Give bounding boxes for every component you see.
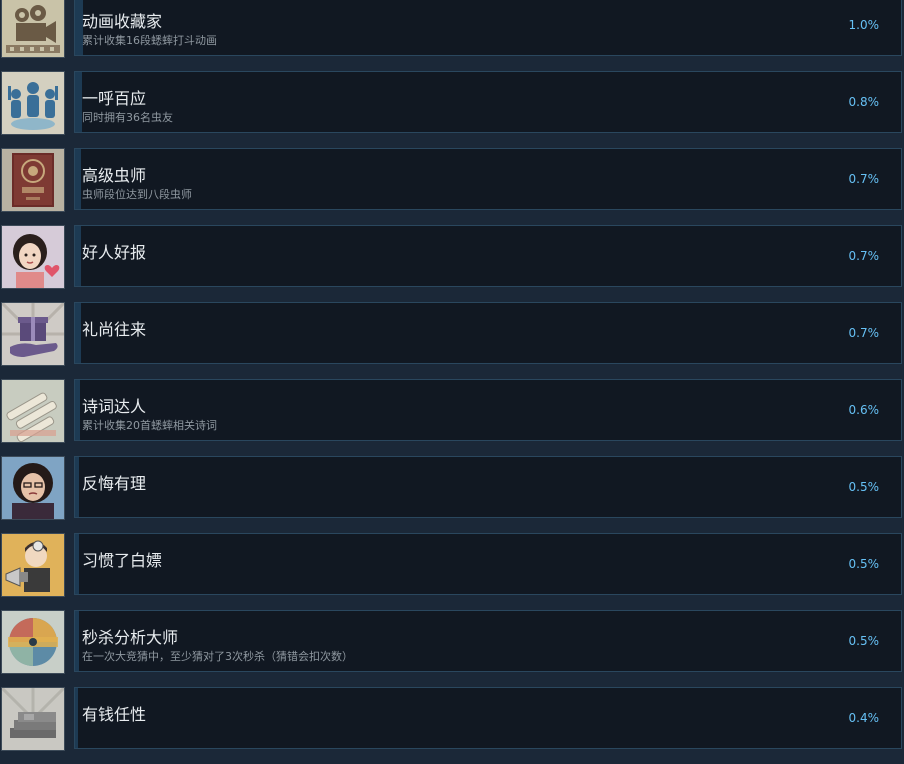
achievement-title: 一呼百应 xyxy=(82,89,147,108)
achievement-description: 累计收集20首蟋蟀相关诗词 xyxy=(82,419,217,432)
progress-fill xyxy=(75,534,80,594)
achievement-title: 高级虫师 xyxy=(82,166,147,185)
achievement-title: 好人好报 xyxy=(82,243,147,262)
achievement-panel: 一呼百应 同时拥有36名虫友 0.8% xyxy=(74,71,902,133)
girl-heart-icon xyxy=(1,225,65,289)
achievement-list: 动画收藏家 累计收集16段蟋蟀打斗动画 1.0% 一呼百应 同时拥有36名虫友 … xyxy=(0,0,904,764)
achievement-row[interactable]: 高级虫师 虫师段位达到八段虫师 0.7% xyxy=(0,148,904,212)
unlock-percent: 0.7% xyxy=(848,172,880,186)
progress-fill xyxy=(75,226,81,286)
achievement-row[interactable]: 诗词达人 累计收集20首蟋蟀相关诗词 0.6% xyxy=(0,379,904,443)
progress-fill xyxy=(75,611,80,671)
achievement-description: 虫师段位达到八段虫师 xyxy=(82,188,192,201)
achievement-panel: 习惯了白嫖 0.5% xyxy=(74,533,902,595)
achievement-panel: 好人好报 0.7% xyxy=(74,225,902,287)
megaphone-man-icon xyxy=(1,533,65,597)
achievement-row[interactable]: 有钱任性 0.4% xyxy=(0,687,904,751)
progress-fill xyxy=(75,149,81,209)
progress-fill xyxy=(75,303,81,363)
achievement-row[interactable]: 礼尚往来 0.7% xyxy=(0,302,904,366)
film-camera-icon xyxy=(1,0,65,58)
progress-fill xyxy=(75,380,80,440)
progress-fill xyxy=(75,72,82,132)
achievement-row[interactable]: 反悔有理 0.5% xyxy=(0,456,904,520)
achievement-title: 习惯了白嫖 xyxy=(82,551,163,570)
wheel-icon xyxy=(1,610,65,674)
gift-hand-icon xyxy=(1,302,65,366)
unlock-percent: 0.6% xyxy=(848,403,880,417)
money-stack-icon xyxy=(1,687,65,751)
unlock-percent: 0.5% xyxy=(848,557,880,571)
unlock-percent: 0.8% xyxy=(848,95,880,109)
achievement-description: 累计收集16段蟋蟀打斗动画 xyxy=(82,34,217,47)
achievement-panel: 秒杀分析大师 在一次大竞猜中，至少猜对了3次秒杀（猜错会扣次数） 0.5% xyxy=(74,610,902,672)
unlock-percent: 0.7% xyxy=(848,249,880,263)
unlock-percent: 0.7% xyxy=(848,326,880,340)
achievement-panel: 有钱任性 0.4% xyxy=(74,687,902,749)
achievement-title: 礼尚往来 xyxy=(82,320,147,339)
achievement-title: 动画收藏家 xyxy=(82,12,163,31)
achievement-panel: 高级虫师 虫师段位达到八段虫师 0.7% xyxy=(74,148,902,210)
achievement-title: 反悔有理 xyxy=(82,474,147,493)
book-icon xyxy=(1,148,65,212)
unlock-percent: 1.0% xyxy=(848,18,880,32)
achievement-title: 秒杀分析大师 xyxy=(82,628,179,647)
achievement-panel: 反悔有理 0.5% xyxy=(74,456,902,518)
achievement-title: 诗词达人 xyxy=(82,397,147,416)
achievement-description: 在一次大竞猜中，至少猜对了3次秒杀（猜错会扣次数） xyxy=(82,650,353,663)
achievement-row[interactable]: 秒杀分析大师 在一次大竞猜中，至少猜对了3次秒杀（猜错会扣次数） 0.5% xyxy=(0,610,904,674)
achievement-panel: 礼尚往来 0.7% xyxy=(74,302,902,364)
achievement-row[interactable]: 动画收藏家 累计收集16段蟋蟀打斗动画 1.0% xyxy=(0,0,904,58)
achievement-panel: 诗词达人 累计收集20首蟋蟀相关诗词 0.6% xyxy=(74,379,902,441)
unlock-percent: 0.4% xyxy=(848,711,880,725)
achievement-row[interactable]: 好人好报 0.7% xyxy=(0,225,904,289)
progress-fill xyxy=(75,457,80,517)
old-woman-icon xyxy=(1,456,65,520)
unlock-percent: 0.5% xyxy=(848,480,880,494)
achievement-panel: 动画收藏家 累计收集16段蟋蟀打斗动画 1.0% xyxy=(74,0,902,56)
achievement-row[interactable]: 一呼百应 同时拥有36名虫友 0.8% xyxy=(0,71,904,135)
achievement-description: 同时拥有36名虫友 xyxy=(82,111,173,124)
progress-fill xyxy=(75,688,79,748)
crowd-icon xyxy=(1,71,65,135)
achievement-row[interactable]: 习惯了白嫖 0.5% xyxy=(0,533,904,597)
scrolls-icon xyxy=(1,379,65,443)
unlock-percent: 0.5% xyxy=(848,634,880,648)
achievement-title: 有钱任性 xyxy=(82,705,147,724)
